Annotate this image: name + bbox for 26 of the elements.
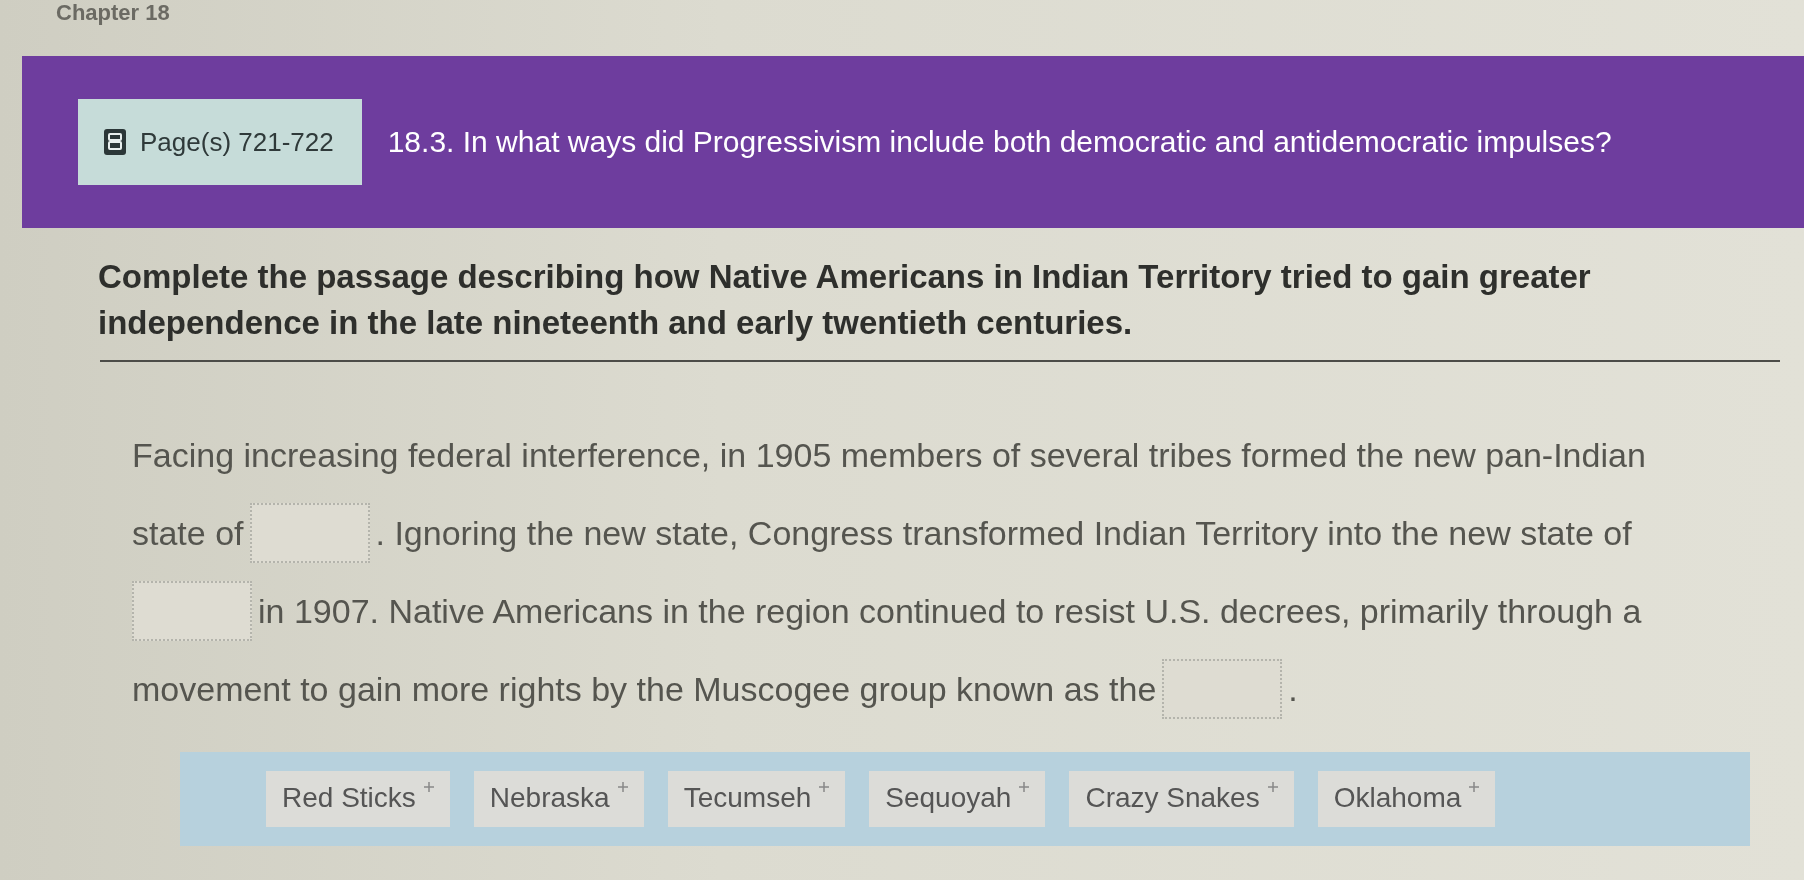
instructions-text: Complete the passage describing how Native Americans in Indian Territory tried to gain greater independence in the late nineteenth and early twentieth centuries. — [98, 257, 1592, 343]
plus-icon — [423, 782, 434, 792]
question-text: 18.3. In what ways did Progressivism include both democratic and antidemocratic impulses? — [387, 125, 1612, 159]
book-icon — [104, 129, 126, 155]
plus-icon — [1469, 782, 1480, 792]
plus-icon — [617, 782, 628, 792]
word-chip[interactable]: Red Sticks — [266, 771, 450, 827]
passage-text: movement to gain more rights by the Muscogee group known as the — [132, 669, 1157, 709]
answer-box[interactable] — [1162, 659, 1283, 719]
word-chip[interactable]: Sequoyah — [869, 771, 1046, 827]
chapter-heading: Chapter 18 — [56, 0, 170, 26]
plus-icon — [1019, 782, 1030, 792]
answer-box[interactable] — [249, 503, 370, 563]
passage-text: state of — [132, 513, 244, 553]
passage-text: . — [1288, 669, 1298, 709]
word-chip[interactable]: Nebraska — [473, 771, 644, 827]
passage-text: . Ignoring the new state, Congress transformed Indian Territory into the new state of — [375, 513, 1632, 553]
page-reference-button[interactable]: Page(s) 721-722 — [78, 99, 362, 185]
answer-box[interactable] — [132, 581, 252, 641]
word-chip[interactable]: Tecumseh — [667, 771, 846, 827]
passage-text: Facing increasing federal interference, in 1905 members of several tribes formed the new pan-Indian — [132, 435, 1646, 475]
word-chip[interactable]: Oklahoma — [1317, 771, 1496, 827]
passage-text: in 1907. Native Americans in the region continued to resist U.S. decrees, primarily through a — [258, 591, 1642, 631]
word-chip[interactable]: Crazy Snakes — [1069, 771, 1294, 827]
plus-icon — [1267, 782, 1278, 792]
plus-icon — [819, 782, 830, 792]
